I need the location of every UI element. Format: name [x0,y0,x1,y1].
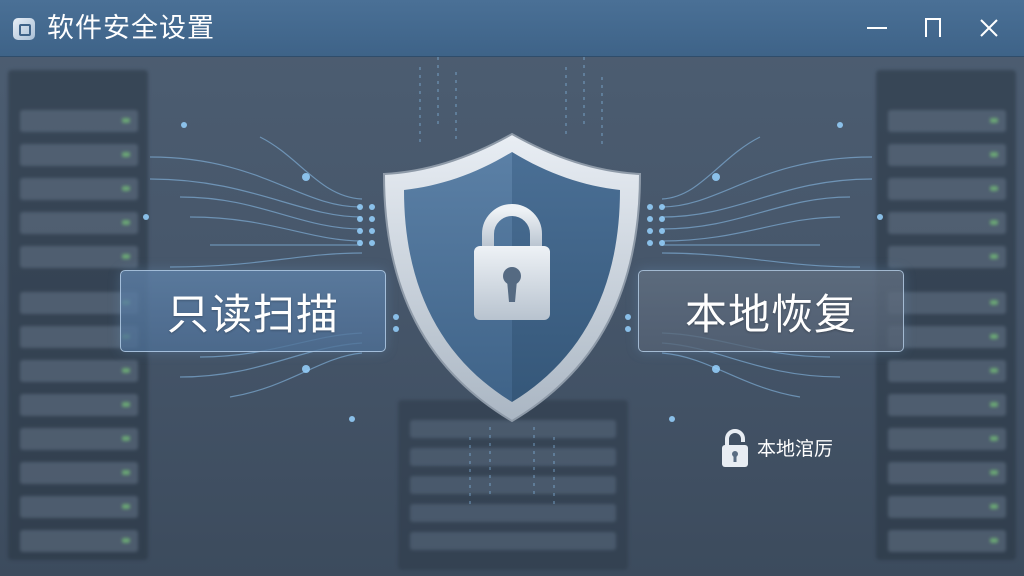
read-only-scan-label: 只读扫描 [166,289,339,339]
minimize-icon [867,27,887,29]
read-only-scan-button[interactable]: 只读扫描 [120,270,386,352]
minimize-button[interactable] [857,8,897,48]
shield-lock-icon [382,132,642,423]
close-button[interactable] [969,8,1009,48]
lock-icon [722,429,748,467]
local-restore-label: 本地恢复 [684,289,857,339]
app-logo-icon [13,18,35,40]
maximize-button[interactable] [913,8,953,48]
maximize-icon [925,18,941,37]
close-icon [980,19,998,37]
title-bar[interactable]: 软件安全设置 [0,0,1024,57]
local-restore-button[interactable]: 本地恢复 [638,270,904,352]
local-restore-hint-label: 本地涫厉 [757,438,834,460]
window-title: 软件安全设置 [47,13,215,44]
app-window: 软件安全设置 只读扫描 本地恢复 本地涫厉 [0,0,1024,576]
